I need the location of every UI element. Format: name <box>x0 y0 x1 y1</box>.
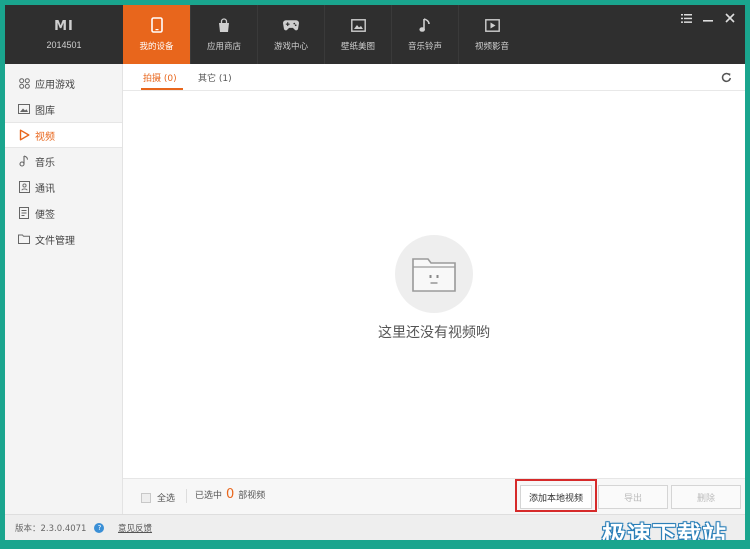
select-all-label: 全选 <box>157 494 176 504</box>
status-bar: 版本：2.3.0.4071 ? 意见反馈 极速下载站 <box>5 514 745 540</box>
picture-icon <box>350 17 366 33</box>
tab-label: 壁纸美图 <box>340 42 375 52</box>
export-button[interactable]: 导出 <box>598 485 668 509</box>
tab-app-store[interactable]: 应用商店 <box>190 5 257 64</box>
play-triangle-icon <box>18 129 30 141</box>
highlight-box <box>515 479 597 512</box>
version-text: 版本：2.3.0.4071 <box>15 524 87 534</box>
sidebar-item-label: 视频 <box>35 131 55 143</box>
tab-label: 音乐铃声 <box>407 42 442 52</box>
select-all[interactable]: 全选 <box>141 491 175 504</box>
tab-video[interactable]: 视频影音 <box>458 5 525 64</box>
window-controls <box>679 11 737 25</box>
help-icon[interactable]: ? <box>94 523 105 533</box>
shopping-bag-icon <box>216 17 232 33</box>
music-note-icon <box>417 17 433 33</box>
app-window: MI 2014501 我的设备 应用商店 游戏中心 壁纸美图 音乐铃声 视频影音… <box>5 5 745 540</box>
sidebar-item-contacts[interactable]: 通讯 <box>5 174 122 200</box>
image-icon <box>18 103 30 115</box>
sidebar-item-notes[interactable]: 便签 <box>5 200 122 226</box>
sidebar-item-music[interactable]: 音乐 <box>5 148 122 174</box>
feedback-link[interactable]: 意见反馈 <box>118 522 152 534</box>
video-play-icon <box>484 17 500 33</box>
version-info: 版本：2.3.0.4071 ? <box>15 522 105 534</box>
tab-label: 应用商店 <box>206 42 241 52</box>
sidebar-item-label: 应用游戏 <box>35 79 75 91</box>
apps-grid-icon <box>18 77 30 89</box>
selection-summary: 已选中 0 部视频 <box>195 487 265 502</box>
tab-captured[interactable]: 拍摄 (0) <box>143 71 177 84</box>
select-all-checkbox[interactable] <box>141 492 151 503</box>
main-tabs: 我的设备 应用商店 游戏中心 壁纸美图 音乐铃声 视频影音 <box>123 5 525 64</box>
sidebar-item-gallery[interactable]: 图库 <box>5 96 122 122</box>
bottom-action-bar: 全选 已选中 0 部视频 添加本地视频 导出 删除 <box>123 478 745 514</box>
sidebar-item-apps-games[interactable]: 应用游戏 <box>5 70 122 96</box>
tab-game-center[interactable]: 游戏中心 <box>257 5 324 64</box>
minimize-icon[interactable] <box>701 11 715 25</box>
watermark: 极速下载站 <box>602 521 727 540</box>
selected-suffix: 部视频 <box>238 491 266 501</box>
tab-label: 我的设备 <box>139 42 174 52</box>
sidebar-item-label: 图库 <box>35 105 55 117</box>
sidebar-item-label: 便签 <box>35 209 55 221</box>
note-icon <box>18 207 30 219</box>
main-panel: 拍摄 (0) 其它 (1) 这里还没有视频哟 全选 已选中 0 部视频 添加本地… <box>123 64 745 514</box>
tab-other[interactable]: 其它 (1) <box>198 71 232 84</box>
delete-button[interactable]: 删除 <box>671 485 741 509</box>
selected-prefix: 已选中 <box>195 491 223 501</box>
tab-music-ringtones[interactable]: 音乐铃声 <box>391 5 458 64</box>
device-info[interactable]: MI 2014501 <box>5 5 123 64</box>
empty-state-message: 这里还没有视频哟 <box>378 325 490 341</box>
close-icon[interactable] <box>723 11 737 25</box>
sidebar-item-file-manager[interactable]: 文件管理 <box>5 226 122 252</box>
sidebar-item-label: 音乐 <box>35 157 55 169</box>
sidebar-item-label: 文件管理 <box>35 235 75 247</box>
mi-logo: MI <box>54 19 74 34</box>
sad-folder-icon <box>395 235 473 313</box>
gamepad-icon <box>283 17 299 33</box>
tab-wallpapers[interactable]: 壁纸美图 <box>324 5 391 64</box>
menu-icon[interactable] <box>679 11 693 25</box>
folder-icon <box>18 233 30 245</box>
sidebar-item-video[interactable]: 视频 <box>5 122 122 148</box>
sub-tabs: 拍摄 (0) 其它 (1) <box>123 64 745 91</box>
tab-label: 视频影音 <box>474 42 509 52</box>
tab-label: 游戏中心 <box>273 42 308 52</box>
top-bar: MI 2014501 我的设备 应用商店 游戏中心 壁纸美图 音乐铃声 视频影音 <box>5 5 745 64</box>
selected-count: 0 <box>226 487 235 502</box>
phone-icon <box>149 17 165 33</box>
contacts-icon <box>18 181 30 193</box>
device-id: 2014501 <box>46 40 82 50</box>
sidebar: 应用游戏 图库 视频 音乐 通讯 便签 文件管理 <box>5 64 123 514</box>
sidebar-item-label: 通讯 <box>35 183 55 195</box>
divider <box>186 489 187 503</box>
refresh-icon[interactable] <box>719 70 733 84</box>
tab-my-device[interactable]: 我的设备 <box>123 5 190 64</box>
music-note-icon <box>18 155 30 167</box>
active-tab-underline <box>141 88 183 90</box>
